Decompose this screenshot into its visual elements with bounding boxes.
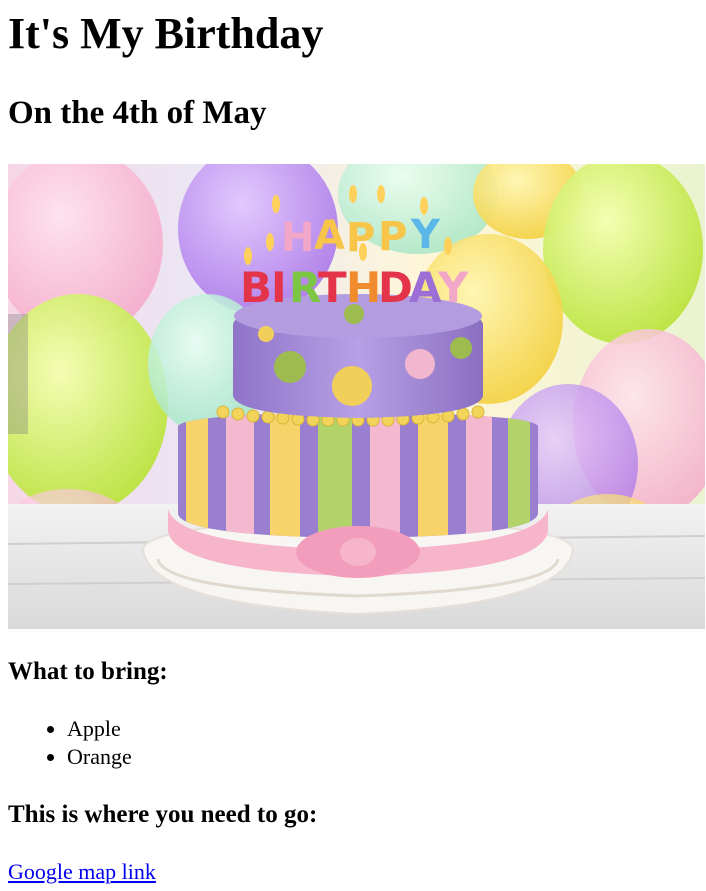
svg-text:Y: Y [437,263,469,312]
svg-text:B: B [240,263,272,312]
page-subtitle: On the 4th of May [8,95,267,131]
google-map-link[interactable]: Google map link [8,858,156,886]
svg-text:I: I [271,263,287,312]
candle-letter-a: A [314,213,345,259]
directions-heading: This is where you need to go: [8,801,318,828]
svg-text:T: T [318,263,347,312]
candle-letter-p2: P [378,214,407,260]
svg-text:R: R [289,263,321,312]
svg-text:H: H [346,263,381,312]
candle-letter-y: Y [410,212,441,258]
bring-list: Apple Orange [8,715,132,771]
candle-letter-h: H [281,215,314,261]
birthday-page: It's My Birthday On the 4th of May H A P… [0,0,706,891]
svg-text:D: D [378,263,413,312]
page-title: It's My Birthday [8,9,324,58]
what-to-bring-heading: What to bring: [8,658,168,685]
list-item: Orange [67,743,132,771]
birthday-cake-image: H A P P Y B I R T H D A Y [8,164,705,629]
list-item: Apple [67,715,132,743]
